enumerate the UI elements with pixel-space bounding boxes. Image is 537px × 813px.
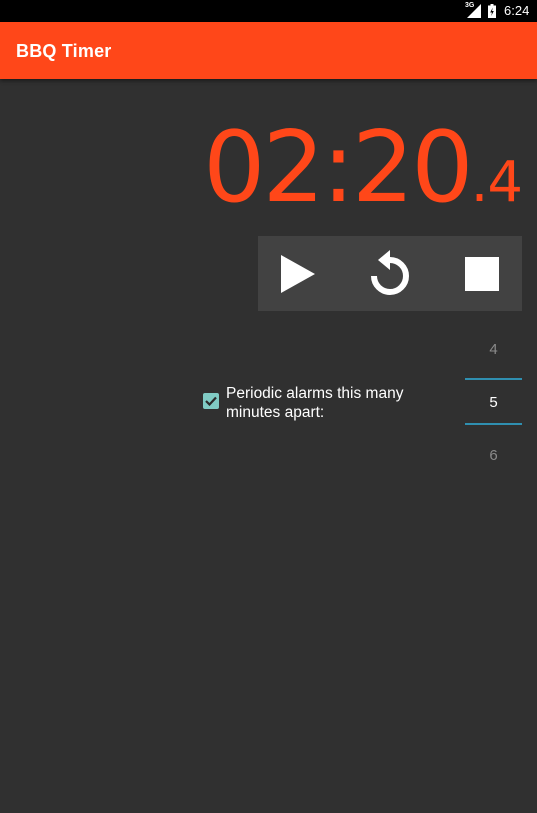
- minutes-picker[interactable]: 4 5 6: [465, 328, 522, 480]
- periodic-alarm-label: Periodic alarms this many minutes apart:: [226, 385, 404, 421]
- stop-button[interactable]: [442, 236, 522, 311]
- timer-main-value: 02:20: [203, 111, 473, 225]
- check-icon: [205, 396, 217, 406]
- picker-selected-value[interactable]: 5: [465, 394, 522, 411]
- replay-icon: [371, 249, 409, 295]
- play-button[interactable]: [258, 236, 338, 311]
- picker-next-value[interactable]: 6: [465, 447, 522, 464]
- play-icon: [281, 254, 315, 293]
- signal-icon: [467, 4, 481, 18]
- reset-button[interactable]: [350, 236, 430, 311]
- app-bar: BBQ Timer: [0, 22, 537, 79]
- timer-display: 02:20 .4: [203, 111, 523, 225]
- picker-divider-bottom: [465, 423, 522, 425]
- picker-previous-value[interactable]: 4: [465, 341, 522, 358]
- periodic-alarm-option: Periodic alarms this many minutes apart:: [203, 383, 458, 422]
- stop-icon: [465, 256, 499, 291]
- picker-divider-top: [465, 378, 522, 380]
- periodic-alarm-checkbox[interactable]: [203, 393, 219, 409]
- screen: 3G 6:24 BBQ Timer 02:20 .4 Periodic alar…: [0, 0, 537, 813]
- app-title: BBQ Timer: [16, 41, 112, 61]
- timer-tenths-value: .4: [470, 150, 523, 215]
- status-time: 6:24: [504, 3, 530, 18]
- timer-controls: [258, 236, 522, 311]
- battery-icon: [488, 4, 496, 18]
- status-bar: 3G 6:24: [0, 0, 537, 22]
